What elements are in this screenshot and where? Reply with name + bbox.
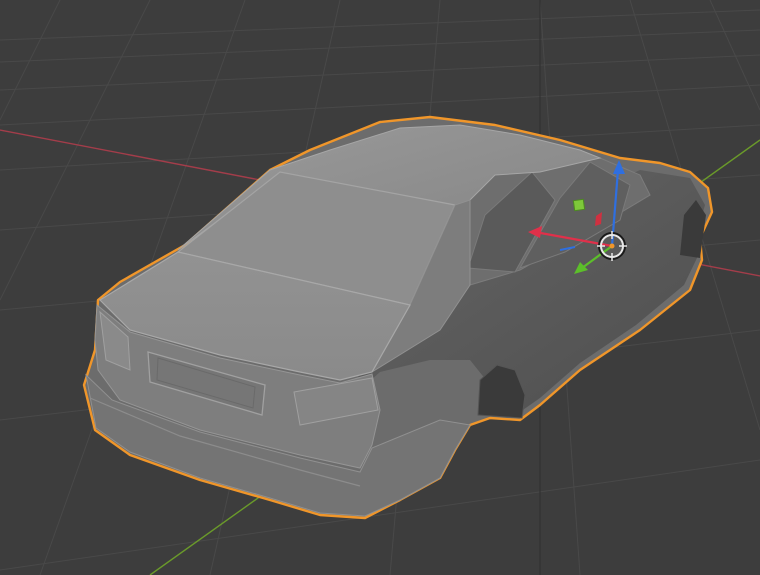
3d-viewport[interactable] [0,0,760,575]
viewport-canvas[interactable] [0,0,760,575]
plane-handle-icon[interactable] [572,198,586,212]
